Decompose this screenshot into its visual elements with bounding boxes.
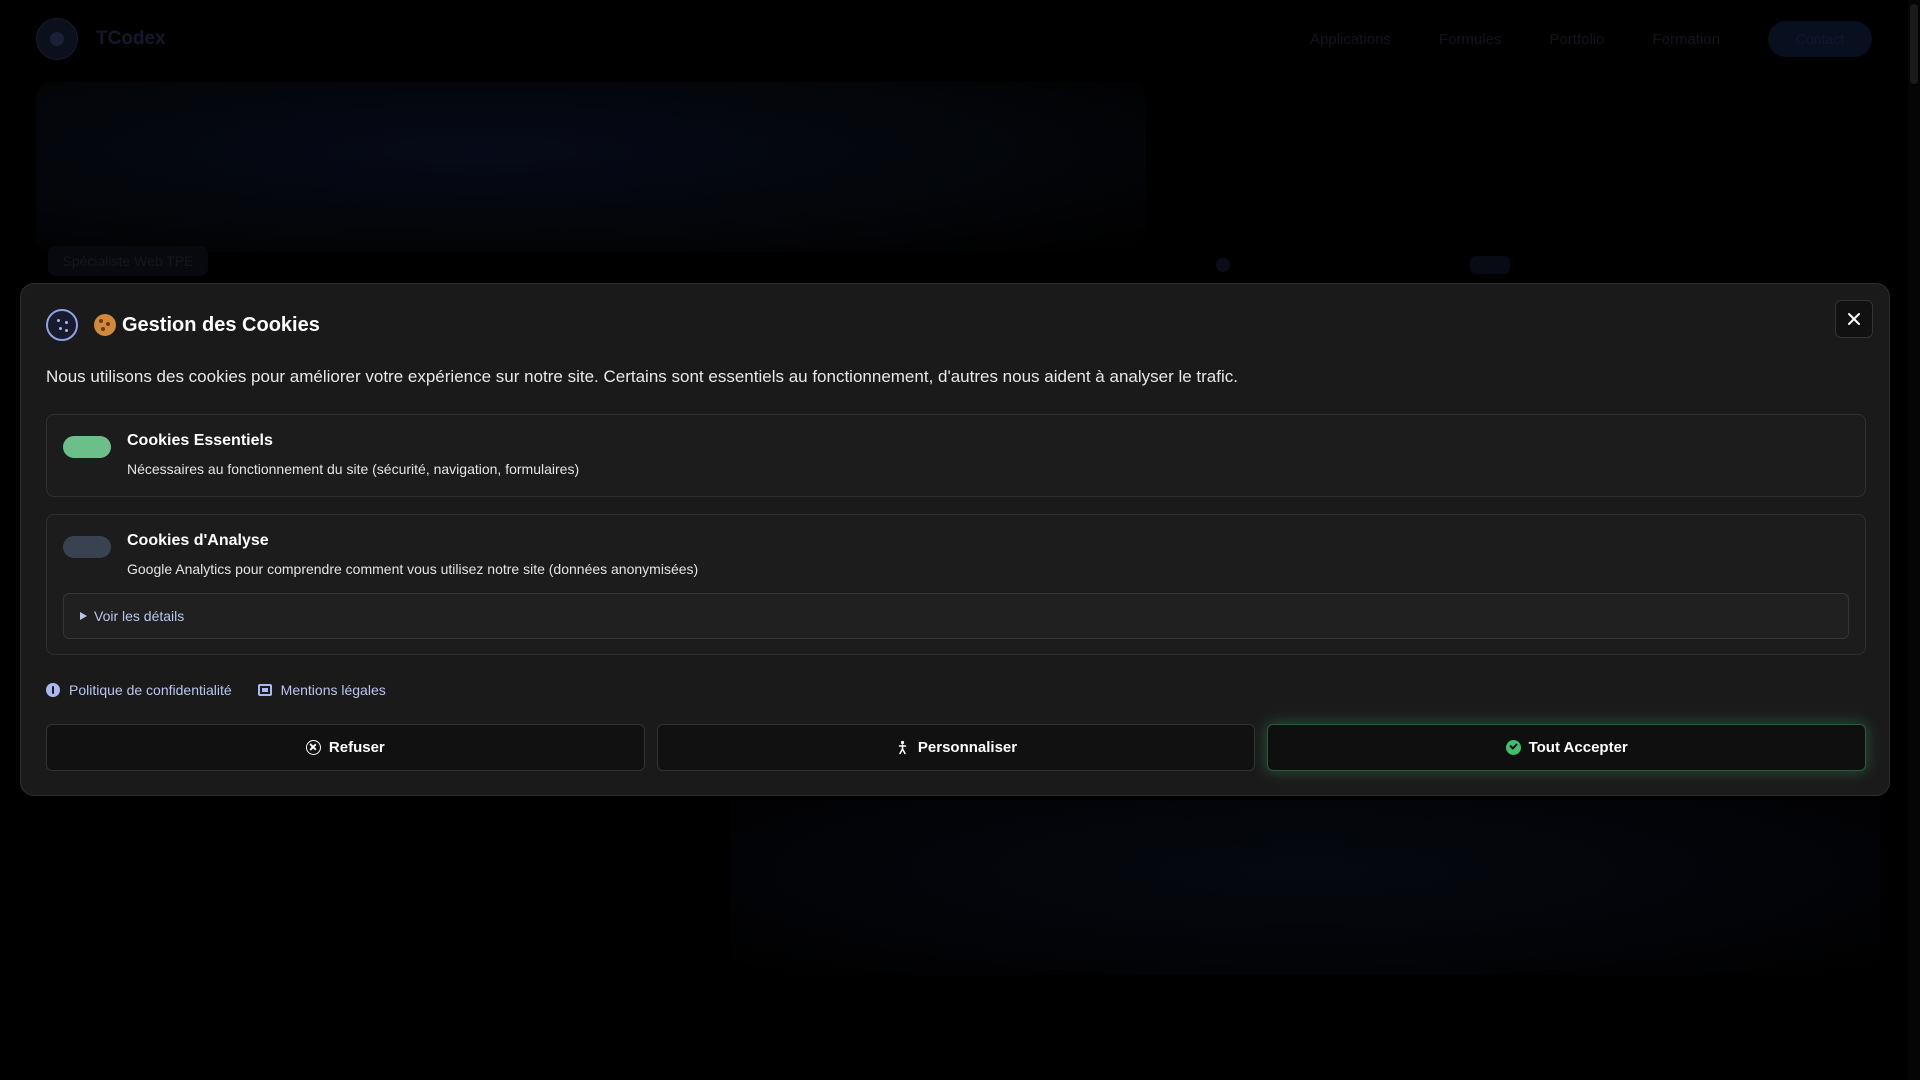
cookie-category-analytics: Cookies d'Analyse Google Analytics pour … xyxy=(46,514,1866,655)
privacy-policy-label: Politique de confidentialité xyxy=(69,682,232,698)
triangle-right-icon xyxy=(80,612,87,620)
accept-all-label: Tout Accepter xyxy=(1528,739,1628,756)
cookie-category-essential: Cookies Essentiels Nécessaires au foncti… xyxy=(46,414,1866,497)
category-description: Nécessaires au fonctionnement du site (s… xyxy=(127,461,580,477)
modal-title-text: Gestion des Cookies xyxy=(122,313,320,336)
site-header: TCodex Applications Formules Portfolio F… xyxy=(0,0,1908,78)
nav-item-portfolio[interactable]: Portfolio xyxy=(1549,31,1604,48)
privacy-policy-link[interactable]: Politique de confidentialité xyxy=(46,682,232,698)
legal-notice-label: Mentions légales xyxy=(280,682,386,698)
site-nav: Applications Formules Portfolio Formatio… xyxy=(1310,31,1720,48)
x-circle-icon xyxy=(305,740,321,755)
essential-toggle[interactable] xyxy=(63,436,111,458)
analytics-toggle[interactable] xyxy=(63,536,111,558)
page: TCodex Applications Formules Portfolio F… xyxy=(0,0,1920,1080)
nav-item-applications[interactable]: Applications xyxy=(1310,31,1391,48)
modal-header: Gestion des Cookies xyxy=(46,308,320,342)
modal-intro: Nous utilisons des cookies pour améliore… xyxy=(46,367,1238,386)
nav-item-formation[interactable]: Formation xyxy=(1652,31,1720,48)
close-icon xyxy=(1848,313,1860,325)
site-brand[interactable]: TCodex xyxy=(96,28,166,50)
cookie-modal: Gestion des Cookies Nous utilisons des c… xyxy=(20,283,1890,796)
refuse-label: Refuser xyxy=(328,739,385,756)
hero-chip xyxy=(1470,256,1510,274)
legal-links: Politique de confidentialité Mentions lé… xyxy=(46,682,386,698)
info-icon xyxy=(46,683,60,697)
customize-button[interactable]: Personnaliser xyxy=(656,724,1256,771)
action-buttons: Refuser Personnaliser Tout Accepter xyxy=(46,724,1867,771)
hero-badge: Spécialiste Web TPE xyxy=(48,246,208,276)
scrollbar-thumb[interactable] xyxy=(1910,4,1918,84)
category-description: Google Analytics pour comprendre comment… xyxy=(127,561,699,577)
details-label: Voir les détails xyxy=(94,608,185,624)
lower-section xyxy=(730,800,1880,975)
hero-decoration xyxy=(1216,258,1230,272)
category-title: Cookies Essentiels xyxy=(127,432,273,449)
refuse-button[interactable]: Refuser xyxy=(46,724,645,771)
document-icon xyxy=(257,684,272,696)
modal-title: Gestion des Cookies xyxy=(94,314,320,337)
accept-all-button[interactable]: Tout Accepter xyxy=(1267,724,1867,771)
cookie-emoji-icon xyxy=(94,314,116,336)
nav-item-formules[interactable]: Formules xyxy=(1439,31,1502,48)
contact-button[interactable]: Contact xyxy=(1768,21,1872,57)
category-title: Cookies d'Analyse xyxy=(127,532,269,549)
cookie-icon xyxy=(46,309,78,341)
scrollbar[interactable] xyxy=(1908,0,1920,1080)
close-button[interactable] xyxy=(1835,300,1873,338)
accessibility-icon xyxy=(898,740,907,755)
legal-notice-link[interactable]: Mentions légales xyxy=(257,682,386,698)
customize-label: Personnaliser xyxy=(917,739,1018,756)
details-disclosure[interactable]: Voir les détails xyxy=(63,593,1849,639)
check-circle-icon xyxy=(1505,740,1521,755)
site-logo[interactable] xyxy=(36,18,78,60)
hero-section xyxy=(36,82,1146,252)
